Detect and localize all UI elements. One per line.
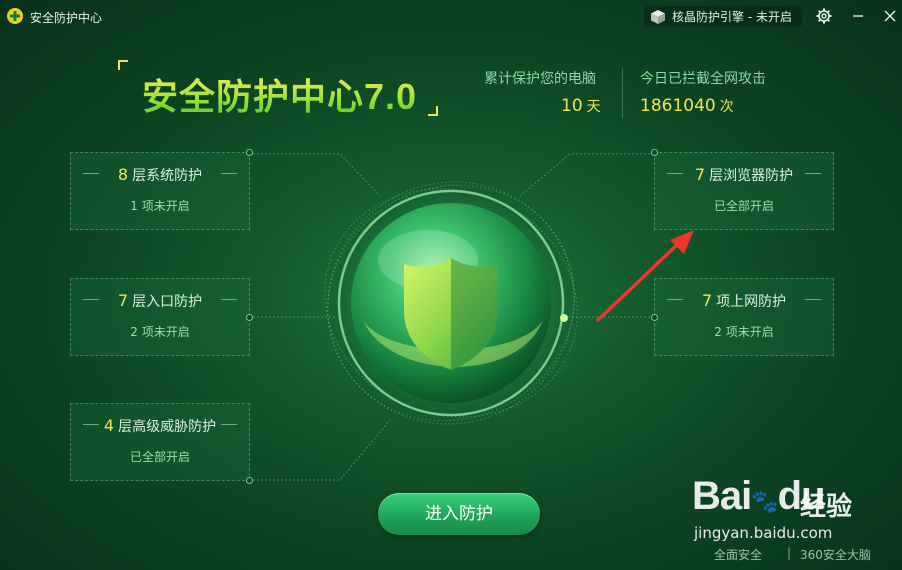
card-threat-protection[interactable]: 4 层高级威胁防护 已全部开启 xyxy=(70,403,253,484)
card-dash xyxy=(221,173,237,174)
card-dash xyxy=(805,173,821,174)
card-status: 已全部开启 xyxy=(129,450,190,464)
card-status: 1 项未开启 xyxy=(130,199,190,213)
enter-protection-button[interactable]: 进入防护 xyxy=(378,493,540,535)
card-dash xyxy=(805,299,821,300)
main-window: 安全防护中心 核晶防护引擎 - 未开启 安全防护中心7.0 累计保护您的电脑 1… xyxy=(0,0,902,570)
card-dash xyxy=(221,299,237,300)
card-status: 2 项未开启 xyxy=(130,325,190,339)
card-label: 层入口防护 xyxy=(132,294,203,310)
shield-globe-icon xyxy=(321,173,581,433)
card-count: 4 xyxy=(103,416,115,435)
card-system-protection[interactable]: 8 层系统防护 1 项未开启 xyxy=(70,149,253,230)
card-count: 7 xyxy=(701,291,713,310)
footer-right-text: 360安全大脑 xyxy=(800,548,871,562)
connector-dot xyxy=(246,149,253,156)
card-label: 层浏览器防护 xyxy=(709,168,794,184)
paw-icon: 🐾 xyxy=(751,489,778,514)
connector-dot xyxy=(651,149,658,156)
card-status: 已全部开启 xyxy=(713,199,774,213)
card-count: 7 xyxy=(694,165,706,184)
connector-dot xyxy=(246,314,253,321)
card-dash xyxy=(221,424,237,425)
watermark-jingyan: 经验 xyxy=(800,492,853,522)
card-title: 7 层入口防护 xyxy=(71,291,249,311)
card-label: 层系统防护 xyxy=(132,168,203,184)
red-arrow-annotation xyxy=(596,230,694,322)
footer-left-text: 全面安全 xyxy=(714,548,763,562)
watermark-url: jingyan.baidu.com xyxy=(694,524,833,542)
card-count: 8 xyxy=(117,165,129,184)
card-count: 7 xyxy=(117,291,129,310)
card-label: 项上网防护 xyxy=(716,294,787,310)
connector-dot xyxy=(246,477,253,484)
card-label: 层高级威胁防护 xyxy=(118,419,217,435)
card-title: 8 层系统防护 xyxy=(71,165,249,185)
watermark-logo-text: Bai xyxy=(692,474,752,518)
card-browser-protection[interactable]: 7 层浏览器防护 已全部开启 xyxy=(651,149,834,230)
card-title: 7 层浏览器防护 xyxy=(655,165,833,185)
card-entry-protection[interactable]: 7 层入口防护 2 项未开启 xyxy=(70,278,253,356)
card-title: 4 层高级威胁防护 xyxy=(71,416,249,436)
footer-separator: | xyxy=(787,546,792,560)
